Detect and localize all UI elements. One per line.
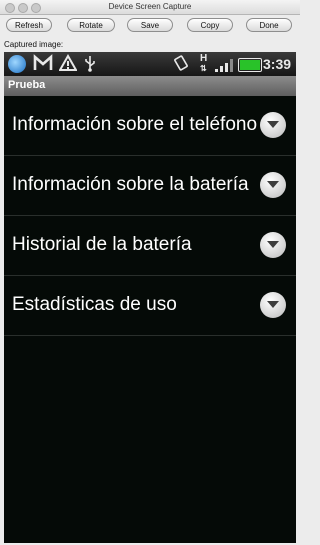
window-zoom-dot[interactable]	[31, 3, 41, 13]
list-item-battery-history[interactable]: Historial de la batería	[4, 216, 296, 276]
vibrate-icon	[172, 54, 190, 78]
list-item-label: Información sobre la batería	[12, 174, 249, 195]
chevron-down-icon[interactable]	[260, 112, 286, 138]
warning-icon	[58, 53, 78, 78]
copy-button[interactable]: Copy	[187, 18, 233, 32]
list-item-label: Historial de la batería	[12, 234, 192, 255]
done-button[interactable]: Done	[246, 18, 292, 32]
rotate-button[interactable]: Rotate	[67, 18, 115, 32]
refresh-button[interactable]: Refresh	[6, 18, 52, 32]
chevron-down-icon[interactable]	[260, 172, 286, 198]
chevron-down-icon[interactable]	[260, 232, 286, 258]
app-icon	[8, 55, 26, 73]
list-item-battery-info[interactable]: Información sobre la batería	[4, 156, 296, 216]
app-title-bar: Prueba	[4, 76, 296, 96]
window-close-dot[interactable]	[5, 3, 15, 13]
window-title: Device Screen Capture	[108, 2, 192, 11]
status-bar: H ⇅ 3:39	[4, 52, 296, 76]
list-item-phone-info[interactable]: Información sobre el teléfono	[4, 96, 296, 156]
device-screen: H ⇅ 3:39 Prueba Información sobre el telé…	[4, 52, 296, 543]
chevron-down-icon[interactable]	[260, 292, 286, 318]
settings-list: Información sobre el teléfono Informació…	[4, 96, 296, 543]
clock: 3:39	[263, 56, 292, 72]
toolbar: Refresh Rotate Save Copy Done	[0, 15, 300, 37]
window-titlebar: Device Screen Capture	[0, 0, 300, 15]
battery-icon	[238, 58, 262, 72]
app-title: Prueba	[8, 79, 46, 91]
gmail-icon	[33, 54, 53, 78]
list-item-label: Información sobre el teléfono	[12, 114, 258, 135]
list-item-label: Estadísticas de uso	[12, 294, 177, 315]
list-item-usage-stats[interactable]: Estadísticas de uso	[4, 276, 296, 336]
hspa-icon: H ⇅	[200, 53, 208, 74]
captured-image-label: Captured image:	[4, 40, 64, 49]
save-button[interactable]: Save	[127, 18, 173, 32]
window-minimize-dot[interactable]	[18, 3, 28, 13]
usb-icon	[83, 54, 97, 78]
